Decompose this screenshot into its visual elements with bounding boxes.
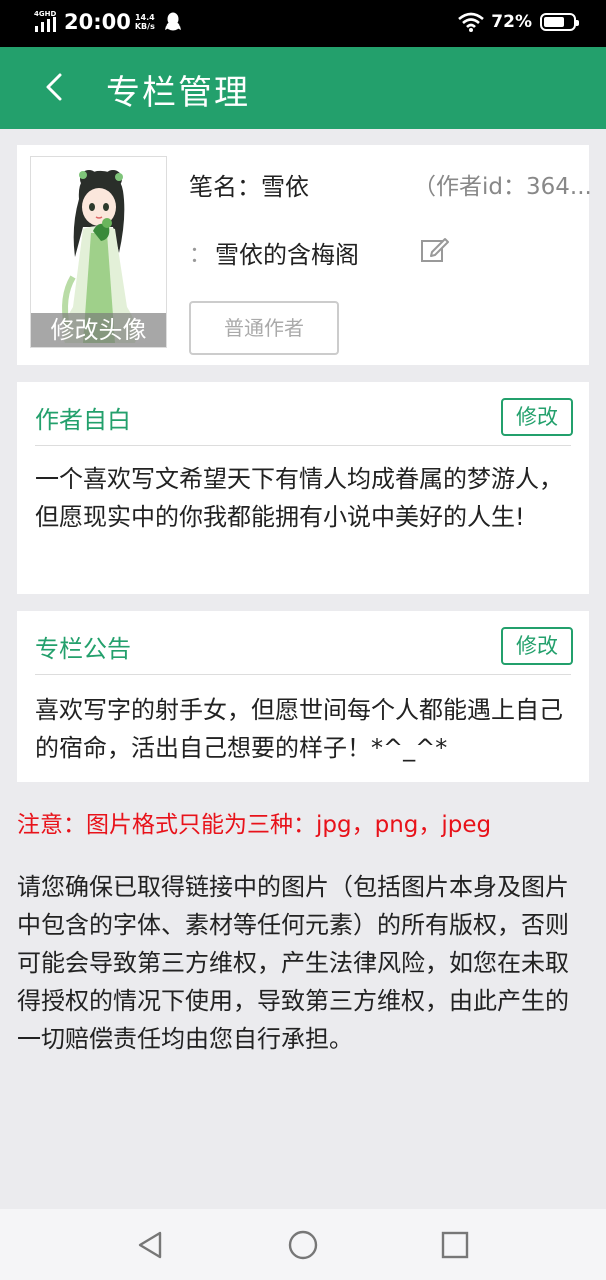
- notice-heading: 专栏公告: [35, 635, 131, 663]
- edit-pencil-icon[interactable]: [419, 235, 449, 265]
- divider: [35, 674, 571, 675]
- page-title: 专栏管理: [106, 73, 250, 113]
- system-nav-bar: [0, 1209, 606, 1280]
- status-bar: 4GHD 20:00 14.4 KB/s 72%: [0, 0, 606, 47]
- clock: 20:00: [64, 10, 131, 34]
- image-format-warning: 注意：图片格式只能为三种：jpg，png，jpeg: [17, 812, 492, 838]
- nav-back-icon[interactable]: [134, 1229, 166, 1261]
- author-bio-card: 作者自白 修改 一个喜欢写文希望天下有情人均成眷属的梦游人，但愿现实中的你我都能…: [17, 382, 589, 594]
- qq-icon: [164, 12, 181, 31]
- network-speed: 14.4 KB/s: [135, 13, 155, 31]
- back-arrow-icon[interactable]: [38, 67, 74, 107]
- avatar[interactable]: 修改头像: [30, 156, 167, 348]
- app-header: 专栏管理: [0, 47, 606, 129]
- author-level-badge[interactable]: 普通作者: [189, 301, 339, 355]
- status-left: 4GHD 20:00 14.4 KB/s: [34, 10, 181, 34]
- speed-value: 14.4: [134, 13, 155, 22]
- speed-unit: KB/s: [134, 22, 155, 31]
- column-name-colon: ：: [189, 243, 212, 268]
- status-right: 72%: [458, 12, 579, 32]
- bio-heading: 作者自白: [35, 406, 131, 434]
- copyright-disclaimer: 请您确保已取得链接中的图片（包括图片本身及图片中包含的字体、素材等任何元素）的所…: [17, 873, 569, 1053]
- column-notice-card: 专栏公告 修改 喜欢写字的射手女，但愿世间每个人都能遇上自己的宿命，活出自己想要…: [17, 611, 589, 782]
- edit-notice-button[interactable]: 修改: [501, 627, 573, 665]
- battery-icon: [540, 13, 579, 31]
- edit-bio-button[interactable]: 修改: [501, 398, 573, 436]
- nav-home-icon[interactable]: [287, 1229, 319, 1261]
- column-name: 雪依的含梅阁: [215, 241, 359, 269]
- change-avatar-button[interactable]: 修改头像: [31, 313, 166, 347]
- divider: [35, 445, 571, 446]
- profile-card: 修改头像 笔名：雪依 （作者id：364... ： 雪依的含梅阁 普通作者: [17, 145, 592, 365]
- bio-text: 一个喜欢写文希望天下有情人均成眷属的梦游人，但愿现实中的你我都能拥有小说中美好的…: [35, 465, 563, 531]
- battery-percent: 72%: [491, 12, 532, 32]
- pen-name: 笔名：雪依: [189, 173, 309, 201]
- signal-icon: 4GHD: [34, 10, 60, 34]
- author-id: （作者id：364...: [413, 174, 592, 200]
- wifi-icon: [458, 12, 485, 32]
- nav-recents-icon[interactable]: [439, 1229, 471, 1261]
- notice-text: 喜欢写字的射手女，但愿世间每个人都能遇上自己的宿命，活出自己想要的样子！*^_^…: [35, 696, 563, 762]
